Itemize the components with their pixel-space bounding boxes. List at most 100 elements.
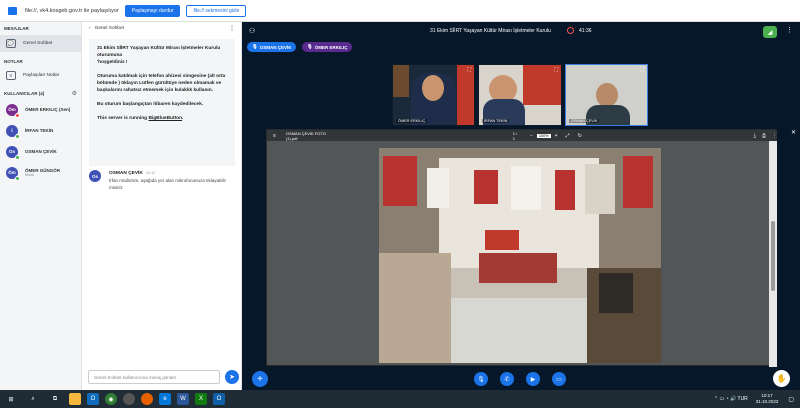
pdf-more-icon[interactable]: ⋮	[772, 133, 777, 139]
video-tile-name: ÖMER ERKILIÇ	[396, 119, 428, 123]
user-row[interactable]: Öm ÖMER GÜNGÖR Mobil	[0, 162, 81, 183]
fullscreen-icon[interactable]: ⛶	[467, 67, 471, 73]
user-avatar: İ	[6, 124, 20, 139]
chat-options-icon[interactable]: ⋮	[229, 25, 235, 32]
edge-icon[interactable]: e	[159, 393, 171, 405]
app-icon[interactable]	[123, 393, 135, 405]
talking-indicator-1[interactable]: 🎙 OSMAN ÇEVİK	[247, 42, 297, 52]
microphone-button[interactable]: 🎙	[474, 372, 488, 386]
raise-hand-button[interactable]: ✋	[773, 370, 790, 387]
welcome-message: 31 Ekim SİİRT Yaşayan Kültür Mirası İşle…	[89, 39, 235, 166]
fullscreen-icon[interactable]: ⛶	[640, 67, 644, 73]
chat-message-input[interactable]: Genel Sohbet kullanıcısına mesaj gönder	[88, 370, 220, 384]
user-row[interactable]: Öm ÖMER ERKILIÇ (Sen)	[0, 99, 81, 120]
download-icon[interactable]: ⤓	[754, 133, 756, 139]
chrome-icon[interactable]: ◉	[105, 393, 117, 405]
camera-button[interactable]: ▶	[526, 372, 540, 386]
user-initials: Öm	[8, 170, 16, 175]
stop-sharing-button[interactable]: Paylaşmayı durdur	[124, 4, 181, 17]
hide-tab-button[interactable]: file:// sekmesini gizle	[186, 4, 247, 17]
zoom-out-icon[interactable]: −	[530, 133, 533, 139]
search-icon[interactable]: ⌕	[27, 393, 39, 405]
windows-start-icon[interactable]: ⊞	[5, 393, 17, 405]
screen-share-bar: file://, vk4.kosgeb.gov.tr ile paylaşılı…	[0, 0, 800, 22]
meeting-title: 31 Ekim SİİRT Yaşayan Kültür Mirası İşle…	[430, 28, 551, 34]
pdf-menu-icon[interactable]: ≡	[273, 133, 276, 139]
video-tile[interactable]: ÖMER ERKILIÇ ⛶	[392, 64, 475, 126]
send-arrow-icon: ➤	[229, 374, 235, 381]
user-name: ÖMER ERKILIÇ (Sen)	[25, 107, 71, 112]
notes-icon: ≡	[6, 71, 16, 80]
audio-phone-button[interactable]: ✆	[500, 372, 514, 386]
connection-status-icon[interactable]: ◢	[763, 26, 777, 38]
screen-share-button[interactable]: ▭	[552, 372, 566, 386]
actions-plus-button[interactable]: +	[252, 371, 268, 387]
pdf-document-title: OSMAN ÇEVİK FOTO (1).pdf	[285, 130, 326, 141]
public-chat-item[interactable]: 💬 Genel Sohbet	[0, 35, 81, 52]
chat-bubble-icon: 💬	[6, 39, 16, 48]
excel-icon[interactable]: X	[195, 393, 207, 405]
user-list: Öm ÖMER ERKILIÇ (Sen) İ İRFAN TEKİN Os OSMAN …	[0, 99, 81, 183]
minimize-presentation-icon[interactable]: ✕	[791, 129, 796, 136]
recording-indicator-icon[interactable]	[567, 27, 574, 34]
video-tile[interactable]: İRFAN TEKİN ⛶	[478, 64, 562, 126]
pdf-scrollbar[interactable]	[769, 141, 777, 367]
mic-muted-icon: 🎙	[307, 44, 313, 49]
shared-notes-item[interactable]: ≡ Paylaşılan Notlar	[0, 67, 81, 84]
print-icon[interactable]: ⎙	[762, 133, 766, 139]
shop-photo	[379, 148, 661, 363]
talker-2-name: ÖMER ERKILIÇ	[314, 44, 348, 50]
recording-notice: Bu oturum başlangıçtan itibaren kaydedil…	[97, 102, 204, 107]
presentation-area: ⚇ 31 Ekim SİİRT Yaşayan Kültür Mirası İş…	[242, 22, 800, 390]
tab-favicon-icon	[8, 6, 17, 15]
options-menu-icon[interactable]: ⋮	[786, 26, 793, 34]
chat-header: ‹ Genel Sohbet ⋮	[83, 22, 241, 35]
user-initials: Öm	[8, 107, 16, 112]
back-chevron-icon[interactable]: ‹	[89, 26, 91, 31]
pdf-zoom-level: 100%	[536, 133, 551, 138]
outlook-alt-icon[interactable]: O	[213, 393, 225, 405]
task-view-icon[interactable]: ⧉	[49, 393, 61, 405]
windows-taskbar: ⊞ ⌕ ⧉ O ◉ e W X O ⌃ ▭ ◔ 🔊 TUR 10:17 31.1…	[0, 390, 800, 408]
user-avatar: Öm	[6, 166, 20, 181]
fit-page-icon[interactable]: ⤢	[566, 133, 570, 139]
user-row[interactable]: Os OSMAN ÇEVİK	[0, 141, 81, 162]
welcome-greeting: 'hoşgeldiniz !	[97, 60, 128, 65]
outlook-icon[interactable]: O	[87, 393, 99, 405]
meeting-timer: 41:36	[579, 28, 592, 34]
user-name: İRFAN TEKİN	[25, 128, 54, 133]
message-text: İrfan müdürüm, aşağıda yer alan mikrofon…	[109, 178, 227, 190]
pdf-page-indicator: 1 / 1	[512, 130, 518, 141]
video-tile[interactable]: OSMAN ÇEVİK ⛶	[565, 64, 648, 126]
server-running-text: This server is running	[97, 116, 149, 121]
bigbluebutton-link[interactable]: BigBlueButton	[148, 116, 182, 121]
user-row[interactable]: İ İRFAN TEKİN	[0, 120, 81, 141]
talking-indicator-2[interactable]: 🎙 ÖMER ERKILIÇ	[302, 42, 353, 52]
welcome-instructions: Oturuma katılmak için telefon ahizesi si…	[97, 74, 226, 93]
welcome-title: 31 Ekim SİİRT Yaşayan Kültür Mirası İşle…	[97, 46, 221, 58]
user-role: Mobil	[25, 173, 35, 177]
word-icon[interactable]: W	[177, 393, 189, 405]
mic-icon: 🎙	[252, 44, 258, 49]
server-running-suffix: .	[182, 116, 184, 121]
rotate-icon[interactable]: ↻	[578, 133, 582, 139]
messages-section-title: MESAJLAR	[4, 26, 29, 31]
message-avatar: Os	[89, 170, 101, 182]
user-avatar: Os	[6, 145, 20, 160]
notification-icon[interactable]: ▢	[788, 396, 794, 403]
taskbar-clock[interactable]: 10:17 31.10.2022	[756, 393, 779, 405]
file-explorer-icon[interactable]	[69, 393, 81, 405]
hand-icon: ✋	[776, 374, 787, 383]
user-initials: Os	[8, 149, 15, 154]
taskbar-date: 31.10.2022	[755, 399, 779, 404]
settings-gear-icon[interactable]: ⚙	[72, 90, 77, 97]
user-list-toggle-icon[interactable]: ⚇	[249, 27, 255, 35]
send-message-button[interactable]: ➤	[225, 370, 239, 384]
fullscreen-icon[interactable]: ⛶	[554, 67, 558, 73]
status-dot-icon	[15, 112, 20, 118]
notes-section-title: NOTLAR	[4, 59, 23, 64]
firefox-icon[interactable]	[141, 393, 153, 405]
zoom-in-icon[interactable]: +	[555, 133, 558, 139]
status-dot-icon	[15, 154, 20, 160]
tray-icons[interactable]: ⌃ ▭ ◔ 🔊 TUR	[714, 396, 748, 402]
